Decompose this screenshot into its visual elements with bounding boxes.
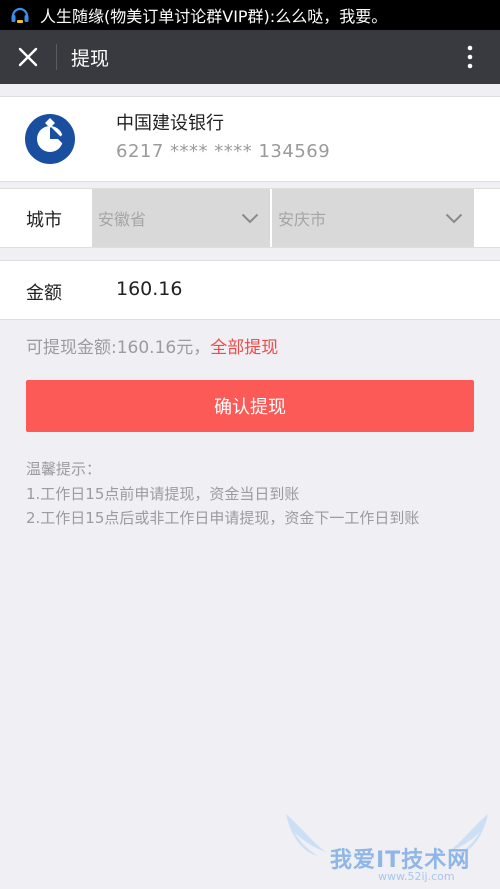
city-select[interactable]: 安庆市 (272, 189, 474, 247)
ccb-bank-logo-icon (25, 114, 75, 164)
chevron-down-icon (230, 213, 270, 224)
tips-section: 温馨提示： 1.工作日15点前申请提现，资金当日到账 2.工作日15点后或非工作… (26, 457, 419, 531)
headset-notification-icon (6, 0, 34, 30)
amount-label: 金额 (26, 283, 62, 304)
more-menu-button[interactable] (440, 30, 500, 84)
close-button[interactable] (0, 30, 56, 84)
amount-input[interactable]: 160.16 (116, 278, 182, 300)
available-amount-text: 可提现金额:160.16元， (26, 338, 211, 358)
bank-name: 中国建设银行 (116, 113, 224, 134)
confirm-withdraw-button[interactable]: 确认提现 (26, 380, 474, 432)
city-label: 城市 (26, 210, 62, 231)
province-select[interactable]: 安徽省 (92, 189, 270, 247)
status-bar: 人生随缘(物美订单讨论群VIP群):么么哒，我要。 (0, 0, 500, 30)
bank-card-section[interactable]: 中国建设银行 6217 **** **** 134569 (0, 96, 500, 182)
card-number: 6217 **** **** 134569 (116, 141, 331, 162)
tip-line: 1.工作日15点前申请提现，资金当日到账 (26, 484, 300, 503)
chevron-down-icon (434, 213, 474, 224)
city-row: 城市 安徽省 安庆市 (0, 188, 500, 248)
available-balance: 可提现金额:160.16元，全部提现 (26, 333, 278, 358)
amount-row: 金额 160.16 (0, 260, 500, 320)
province-value: 安徽省 (98, 210, 147, 229)
title-divider (56, 44, 57, 70)
tips-title: 温馨提示： (26, 460, 102, 478)
tip-line: 2.工作日15点后或非工作日申请提现，资金下一工作日到账 (26, 509, 420, 527)
notification-text: 人生随缘(物美订单讨论群VIP群):么么哒，我要。 (40, 7, 388, 26)
title-bar: 提现 (0, 30, 500, 84)
site-watermark: 我爱IT技术网 www.52ij.com (282, 808, 492, 886)
more-vertical-icon (467, 45, 473, 69)
withdraw-all-link[interactable]: 全部提现 (210, 338, 278, 358)
page-title: 提现 (71, 47, 110, 70)
watermark-url: www.52ij.com (378, 870, 455, 883)
close-icon (18, 47, 38, 67)
city-value: 安庆市 (278, 210, 327, 229)
